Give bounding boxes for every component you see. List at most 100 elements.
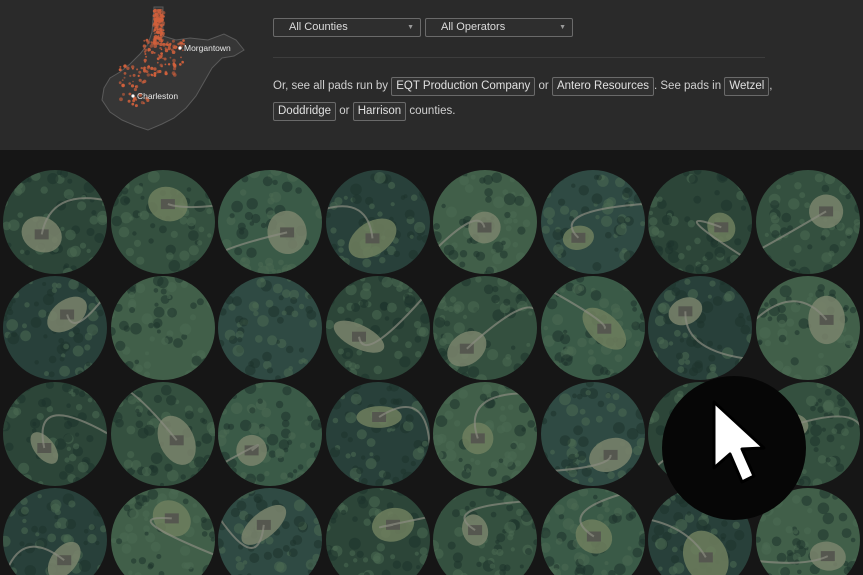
- well-pad-thumbnail[interactable]: [218, 488, 322, 575]
- map-dot: [179, 63, 182, 66]
- map-dot: [167, 63, 171, 66]
- map-dot: [150, 50, 154, 55]
- map-dot: [154, 12, 157, 16]
- map-dot: [122, 92, 125, 96]
- map-dot: [155, 40, 157, 42]
- map-dot: [136, 68, 139, 71]
- well-pad-thumbnail[interactable]: [433, 276, 537, 380]
- well-pad-thumbnail[interactable]: [218, 382, 322, 486]
- map-dot: [151, 74, 154, 77]
- map-dot: [129, 74, 132, 77]
- map-dot: [123, 72, 127, 75]
- well-pad-thumbnail[interactable]: [648, 276, 752, 380]
- map-dot: [162, 29, 165, 32]
- well-pad-thumbnail[interactable]: [3, 382, 107, 486]
- well-pad-thumbnail[interactable]: [3, 276, 107, 380]
- map-dot: [118, 81, 122, 85]
- map-dot: [157, 31, 161, 34]
- map-dot: [169, 42, 172, 46]
- map-dot: [153, 28, 157, 32]
- map-dot: [132, 80, 134, 83]
- map-dot: [153, 67, 157, 71]
- map-dot: [160, 13, 164, 16]
- well-pad-thumbnail[interactable]: [110, 170, 215, 274]
- charleston-marker: [131, 94, 135, 98]
- map-dot: [171, 39, 175, 43]
- well-pad-thumbnail[interactable]: [3, 488, 107, 575]
- well-pad-thumbnail[interactable]: [218, 276, 322, 380]
- well-pad-thumbnail[interactable]: [325, 170, 430, 274]
- county-chip-doddridge[interactable]: Doddridge: [273, 102, 337, 121]
- well-pad-thumbnail[interactable]: [433, 170, 537, 274]
- map-dot: [144, 53, 147, 55]
- map-dot: [172, 58, 176, 63]
- well-pad-thumbnail[interactable]: [540, 382, 645, 486]
- map-dot: [127, 99, 131, 103]
- map-dot: [119, 97, 123, 102]
- caret-down-icon: ▼: [559, 24, 566, 31]
- map-dot: [154, 17, 159, 21]
- well-pad-thumbnail[interactable]: [218, 170, 322, 274]
- map-dot: [121, 83, 125, 88]
- operator-chip-antero[interactable]: Antero Resources: [551, 77, 654, 96]
- divider: [273, 57, 765, 58]
- city-label-charleston: Charleston: [137, 91, 178, 101]
- suggest-or: or: [538, 80, 549, 92]
- map-dot: [137, 74, 140, 77]
- suggest-or-2: or: [339, 105, 350, 117]
- map-dot: [164, 47, 167, 50]
- suggest-mid: . See pads in: [653, 80, 722, 92]
- well-pad-thumbnail[interactable]: [433, 488, 537, 575]
- map-dot: [160, 52, 163, 55]
- map-dot: [150, 66, 154, 70]
- map-dot: [172, 62, 176, 65]
- well-pad-thumbnail[interactable]: [325, 488, 430, 575]
- map-dot: [147, 49, 150, 52]
- well-pad-thumbnail[interactable]: [110, 382, 215, 486]
- county-chip-wetzel[interactable]: Wetzel: [724, 77, 770, 96]
- map-dot: [121, 79, 124, 81]
- map-dot: [149, 44, 153, 48]
- well-pad-thumbnail[interactable]: [540, 276, 645, 380]
- map-dot: [141, 80, 145, 84]
- map-dot: [128, 92, 132, 96]
- map-dot: [163, 57, 167, 61]
- well-pad-thumbnail[interactable]: [110, 488, 215, 575]
- map-dot: [180, 56, 182, 59]
- well-pad-thumbnail[interactable]: [325, 382, 430, 486]
- well-pad-thumbnail[interactable]: [755, 276, 860, 380]
- map-dot: [154, 32, 156, 35]
- map-dot: [138, 78, 142, 82]
- well-pad-thumbnail[interactable]: [3, 170, 107, 274]
- operator-select[interactable]: All Operators ▼: [425, 18, 573, 37]
- map-dot: [143, 68, 145, 71]
- well-pad-thumbnail[interactable]: [325, 276, 430, 380]
- map-dot: [156, 9, 160, 12]
- map-dot: [153, 52, 156, 54]
- map-dot: [162, 34, 165, 37]
- well-pad-thumbnail[interactable]: [540, 488, 645, 575]
- map-dot: [143, 66, 146, 70]
- map-dot: [160, 25, 163, 28]
- suggestion-text: Or, see all pads run by EQT Production C…: [273, 74, 773, 124]
- well-pad-thumbnail[interactable]: [110, 276, 215, 380]
- map-dot: [159, 42, 163, 47]
- operator-chip-eqt[interactable]: EQT Production Company: [391, 77, 536, 96]
- map-dot: [156, 36, 160, 40]
- well-pad-thumbnail[interactable]: [433, 382, 537, 486]
- county-chip-harrison[interactable]: Harrison: [352, 102, 407, 121]
- well-pad-thumbnail[interactable]: [540, 170, 645, 274]
- county-select[interactable]: All Counties ▼: [273, 18, 421, 37]
- map-dot: [170, 48, 174, 52]
- map-dot: [155, 26, 158, 29]
- west-virginia-map[interactable]: Morgantown Charleston: [96, 4, 256, 134]
- map-dot: [167, 46, 171, 51]
- suggest-prefix: Or, see all pads run by: [273, 80, 389, 92]
- map-dot: [161, 21, 166, 25]
- map-dot: [118, 68, 122, 72]
- map-dot: [146, 66, 150, 70]
- well-pad-thumbnail[interactable]: [648, 170, 752, 274]
- map-dot: [140, 66, 143, 70]
- well-pad-thumbnail[interactable]: [755, 170, 860, 274]
- map-dot: [138, 70, 142, 74]
